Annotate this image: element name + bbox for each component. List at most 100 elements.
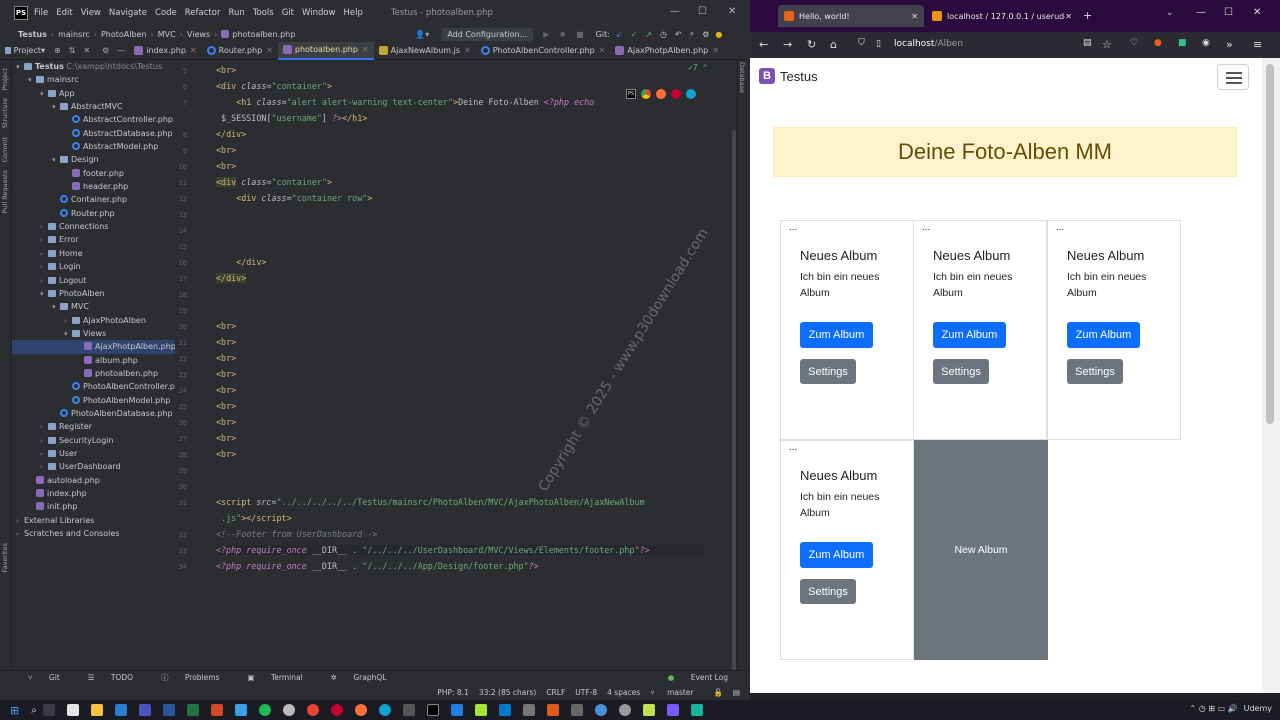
tree-item[interactable]: header.php: [12, 180, 175, 193]
forward-icon[interactable]: →: [783, 38, 792, 51]
chevron-right-icon[interactable]: ›: [40, 248, 48, 261]
strip-favorites[interactable]: Favorites: [1, 543, 9, 572]
more-tools-icon[interactable]: »: [1226, 38, 1233, 51]
strip-structure[interactable]: Structure: [1, 98, 9, 128]
system-tray[interactable]: ⌃ ◷ ⊞ ▭ 🔊 Udemy: [1190, 704, 1272, 713]
breadcrumb-item[interactable]: Testus: [18, 30, 47, 39]
tree-item[interactable]: photoalben.php: [12, 367, 175, 380]
url-bar[interactable]: localhost/Alben: [894, 39, 963, 49]
app-icon[interactable]: [570, 704, 583, 716]
menu-window[interactable]: Window: [302, 8, 336, 18]
bookmark-star-icon[interactable]: ☆: [1102, 38, 1112, 51]
user-icon[interactable]: 👤▾: [415, 30, 429, 39]
tree-item[interactable]: index.php: [12, 487, 175, 500]
tree-item[interactable]: ▾ AbstractMVC: [12, 100, 175, 113]
tree-item[interactable]: › Register: [12, 420, 175, 433]
tree-item[interactable]: PhotoAlbenDatabase.php: [12, 407, 175, 420]
tab-photoalben[interactable]: photoalben.php ✕: [277, 41, 374, 60]
gear-icon[interactable]: ⚙: [102, 46, 109, 55]
git-commit-icon[interactable]: ✓: [631, 30, 638, 39]
chevron-down-icon[interactable]: ▾: [40, 88, 48, 101]
scrollbar-thumb[interactable]: [732, 130, 736, 700]
status-encoding[interactable]: UTF-8: [575, 688, 597, 697]
tree-item[interactable]: ▾ App: [12, 87, 175, 100]
breadcrumb-item[interactable]: mainsrc: [58, 30, 90, 39]
tree-item[interactable]: Container.php: [12, 193, 175, 206]
page-scrollbar[interactable]: [1262, 58, 1280, 693]
menu-tools[interactable]: Tools: [253, 8, 274, 18]
tree-item[interactable]: PhotoAlbenModel.php: [12, 394, 175, 407]
project-tool-button[interactable]: Project ▾: [0, 42, 50, 60]
app-icon[interactable]: [522, 704, 535, 716]
menu-navigate[interactable]: Navigate: [109, 8, 147, 18]
edge-icon[interactable]: [686, 89, 696, 99]
tree-item[interactable]: › UserDashboard: [12, 460, 175, 473]
navbar-toggler-button[interactable]: [1217, 64, 1249, 90]
chevron-down-icon[interactable]: ▾: [52, 154, 60, 167]
card-menu[interactable]: ...: [789, 442, 797, 453]
chevron-down-icon[interactable]: ▾: [40, 288, 48, 301]
excel-icon[interactable]: [186, 704, 199, 716]
zum-album-button[interactable]: Zum Album: [933, 322, 1006, 348]
tab-router[interactable]: Router.php ✕: [202, 42, 278, 60]
tree-item[interactable]: › AjaxPhotoAlben: [12, 314, 175, 327]
zum-album-button[interactable]: Zum Album: [1067, 322, 1140, 348]
close-tab-icon[interactable]: ✕: [911, 12, 918, 21]
bootstrap-logo-icon[interactable]: B: [759, 68, 775, 84]
app-icon[interactable]: [642, 704, 655, 716]
teams-icon[interactable]: [138, 704, 151, 716]
vscode-icon[interactable]: [498, 704, 511, 716]
stop-icon[interactable]: ■: [576, 30, 584, 39]
memory-icon[interactable]: ▤: [733, 688, 740, 697]
pocket-icon[interactable]: ♡: [1130, 38, 1138, 48]
close-icon[interactable]: ✕: [1253, 7, 1261, 18]
app-icon[interactable]: [402, 704, 415, 716]
app-icon[interactable]: [690, 704, 703, 716]
rollback-icon[interactable]: ↶: [675, 30, 682, 39]
card-menu[interactable]: ...: [922, 222, 930, 233]
close-tab-icon[interactable]: ✕: [1065, 12, 1072, 21]
status-branch[interactable]: ⑂ master: [650, 688, 703, 697]
tree-item[interactable]: › Logout: [12, 274, 175, 287]
menu-code[interactable]: Code: [155, 8, 177, 18]
status-indent[interactable]: 4 spaces: [607, 688, 640, 697]
outlook-icon[interactable]: [114, 704, 127, 716]
tree-item[interactable]: › Error: [12, 233, 175, 246]
firefox-icon[interactable]: [354, 704, 367, 716]
expand-icon[interactable]: ✕: [83, 46, 90, 55]
zum-album-button[interactable]: Zum Album: [800, 542, 873, 568]
add-configuration-button[interactable]: Add Configuration...: [441, 27, 534, 41]
card-menu[interactable]: ...: [789, 222, 797, 233]
code-editor[interactable]: ✓7 ⌃ PS <br> <div class="container"> <h1…: [213, 60, 733, 670]
tree-item[interactable]: PhotoAlbenController.php: [12, 380, 175, 393]
phpstorm-preview-icon[interactable]: PS: [626, 89, 636, 99]
run-icon[interactable]: ▶: [543, 30, 549, 39]
tree-item[interactable]: AjaxPhotpAlben.php: [12, 340, 175, 354]
collapse-icon[interactable]: ⇅: [69, 46, 76, 55]
strip-database[interactable]: Database: [738, 62, 746, 93]
app-icon[interactable]: [618, 704, 631, 716]
browser-tab-active[interactable]: Hello, world! ✕: [778, 5, 924, 27]
hide-icon[interactable]: —: [117, 46, 125, 55]
tree-item[interactable]: AbstractController.php: [12, 113, 175, 126]
chevron-right-icon[interactable]: ›: [40, 275, 48, 288]
scrollbar-thumb[interactable]: [1266, 64, 1274, 424]
tree-item[interactable]: footer.php: [12, 167, 175, 180]
tab-ajaxphotpalben[interactable]: AjaxPhotpAlben.php ✕: [610, 42, 724, 60]
history-icon[interactable]: ◷: [660, 30, 667, 39]
tree-item[interactable]: ▾ Views: [12, 327, 175, 340]
debug-icon[interactable]: ✹: [559, 30, 566, 39]
reload-icon[interactable]: ↻: [807, 38, 816, 51]
brand-name[interactable]: Testus: [780, 69, 818, 84]
chevron-down-icon[interactable]: ▾: [28, 74, 36, 87]
locate-icon[interactable]: ⊕: [54, 46, 61, 55]
chevron-down-icon[interactable]: ▾: [52, 101, 60, 114]
tree-item[interactable]: › Scratches and Consoles: [12, 527, 175, 540]
tree-item[interactable]: › Login: [12, 260, 175, 273]
search-icon[interactable]: ⌕: [31, 705, 37, 716]
tool-problems[interactable]: ⓘ Problems: [147, 672, 219, 683]
chevron-right-icon[interactable]: ›: [40, 234, 48, 247]
chevron-right-icon[interactable]: ›: [40, 435, 48, 448]
menu-edit[interactable]: Edit: [56, 8, 72, 18]
menu-help[interactable]: Help: [344, 8, 363, 18]
